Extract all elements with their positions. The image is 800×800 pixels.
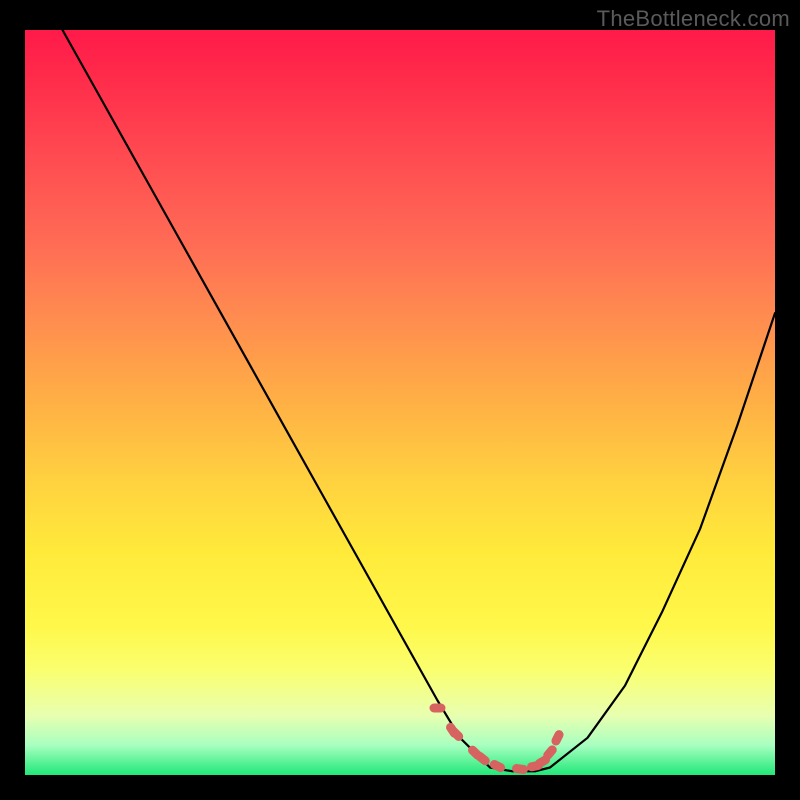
attribution-text: TheBottleneck.com: [597, 6, 790, 32]
bottleneck-curve-line: [63, 30, 776, 771]
chart-svg: [25, 30, 775, 775]
trough-marker-dot: [550, 729, 565, 747]
trough-marker-dot: [430, 704, 446, 713]
chart-plot-area: [25, 30, 775, 775]
trough-marker-dot: [488, 759, 506, 774]
optimal-range-marker: [430, 704, 566, 775]
trough-marker-dot: [511, 763, 528, 774]
